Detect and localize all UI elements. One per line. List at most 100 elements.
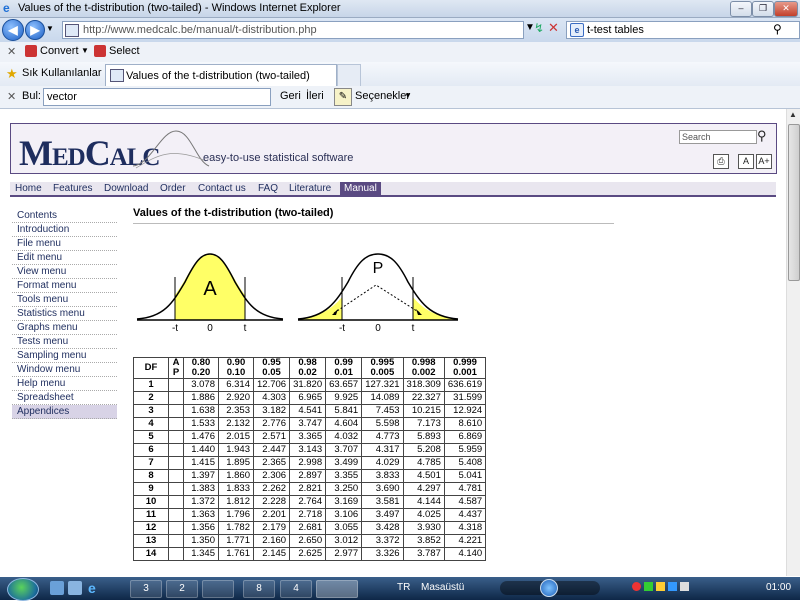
back-button[interactable]: ◀ [2, 19, 24, 41]
quicklaunch-icon[interactable] [68, 581, 82, 595]
nav-order[interactable]: Order [160, 183, 186, 194]
new-tab-button[interactable] [337, 64, 361, 86]
refresh-icon[interactable]: ↯ [534, 21, 544, 35]
search-provider-icon: e [570, 23, 584, 37]
minimize-button[interactable]: – [730, 1, 752, 17]
value-cell: 1.383 [183, 482, 219, 496]
play-icon[interactable] [540, 579, 558, 597]
highlight-icon[interactable]: ✎ [334, 88, 352, 106]
taskbar-ie-active[interactable] [316, 580, 358, 598]
header-col: 0.998 0.002 [402, 357, 445, 379]
favorites-star-icon[interactable]: ★ [6, 66, 18, 82]
value-cell: 3.169 [325, 495, 363, 509]
address-toolbar: ◀ ▶ ▼ http://www.medcalc.be/manual/t-dis… [0, 18, 800, 42]
sidebar-item-statistics-menu[interactable]: Statistics menu [12, 307, 117, 321]
convert-button[interactable]: Convert [40, 45, 79, 57]
sidebar-item-graphs-menu[interactable]: Graphs menu [12, 321, 117, 335]
find-bar: ✕ Bul: vector Geri İleri ✎ Seçenekler ▼ [0, 86, 800, 109]
close-toolbar-icon[interactable]: ✕ [7, 45, 16, 58]
ap-cell [168, 508, 184, 522]
quicklaunch-icon[interactable] [50, 581, 64, 595]
title-divider [133, 223, 614, 224]
stop-icon[interactable]: ✕ [548, 20, 559, 36]
close-find-icon[interactable]: ✕ [7, 90, 16, 103]
value-cell: 63.657 [325, 378, 363, 392]
taskbar-group-word[interactable] [202, 580, 234, 598]
nav-manual[interactable]: Manual [340, 182, 381, 195]
sidebar-item-window-menu[interactable]: Window menu [12, 363, 117, 377]
ap-cell [168, 534, 184, 548]
value-cell: 4.587 [443, 495, 487, 509]
convert-dropdown-icon[interactable]: ▼ [81, 46, 89, 55]
site-search-icon[interactable]: ⚲ [757, 128, 767, 144]
favorites-button[interactable]: Sık Kullanılanlar [22, 67, 102, 79]
increase-font-icon[interactable]: A+ [756, 154, 772, 169]
start-button[interactable] [7, 578, 39, 601]
decrease-font-icon[interactable]: A [738, 154, 754, 169]
system-tray-icons[interactable] [632, 582, 727, 594]
sidebar-item-view-menu[interactable]: View menu [12, 265, 117, 279]
sidebar-item-tests-menu[interactable]: Tests menu [12, 335, 117, 349]
tab-current[interactable]: Values of the t-distribution (two-tailed… [105, 64, 337, 86]
maximize-button[interactable]: ❐ [752, 1, 774, 17]
scroll-up-icon[interactable]: ▲ [789, 110, 797, 119]
nav-literature[interactable]: Literature [289, 183, 331, 194]
options-button[interactable]: Seçenekler [355, 90, 410, 102]
sidebar-item-edit-menu[interactable]: Edit menu [12, 251, 117, 265]
sidebar-item-help-menu[interactable]: Help menu [12, 377, 117, 391]
sidebar-item-format-menu[interactable]: Format menu [12, 279, 117, 293]
select-button[interactable]: Select [109, 45, 140, 57]
sidebar-item-file-menu[interactable]: File menu [12, 237, 117, 251]
table-row: 1 3.078 6.314 12.706 31.820 63.657 127.321 318.… [133, 378, 487, 392]
convert-toolbar: ✕ Convert ▼ Select [0, 42, 800, 63]
value-cell: 2.571 [252, 430, 291, 444]
sidebar-item-sampling-menu[interactable]: Sampling menu [12, 349, 117, 363]
url-field[interactable]: http://www.medcalc.be/manual/t-distribut… [62, 21, 524, 39]
value-cell: 2.201 [252, 508, 291, 522]
value-cell: 3.428 [361, 521, 404, 535]
value-cell: 4.297 [402, 482, 445, 496]
print-icon[interactable]: ⎙ [713, 154, 729, 169]
taskbar-group-app[interactable]: 4 [280, 580, 312, 598]
search-field[interactable]: e t-test tables ⚲ [566, 21, 800, 39]
sidebar-item-contents[interactable]: Contents [12, 209, 117, 223]
history-dropdown-icon[interactable]: ▼ [46, 24, 54, 33]
desktop-toolbar[interactable]: Masaüstü [421, 582, 464, 593]
sidebar-item-introduction[interactable]: Introduction [12, 223, 117, 237]
ie-quicklaunch-icon[interactable]: e [88, 580, 96, 596]
ap-cell [168, 469, 184, 483]
nav-home[interactable]: Home [15, 183, 42, 194]
nav-contact[interactable]: Contact us [198, 183, 246, 194]
taskbar-group-pdf[interactable]: 8 [243, 580, 275, 598]
sidebar-item-tools-menu[interactable]: Tools menu [12, 293, 117, 307]
value-cell: 4.541 [289, 404, 327, 418]
page-icon [65, 24, 79, 37]
taskbar-group-explorer[interactable]: 3 [130, 580, 162, 598]
forward-button[interactable]: ▶ [25, 20, 45, 40]
value-cell: 1.415 [183, 456, 219, 470]
value-cell: 1.638 [183, 404, 219, 418]
df-cell: 10 [133, 495, 169, 509]
close-icon[interactable]: ✕ [774, 1, 798, 17]
find-input[interactable]: vector [43, 88, 271, 106]
nav-download[interactable]: Download [104, 183, 148, 194]
options-dropdown-icon[interactable]: ▼ [404, 91, 412, 100]
sidebar-item-spreadsheet[interactable]: Spreadsheet [12, 391, 117, 405]
find-next-button[interactable]: İleri [306, 90, 324, 102]
clock[interactable]: 01:00 [766, 582, 791, 593]
sidebar-item-appendices[interactable]: Appendices [12, 405, 117, 419]
nav-faq[interactable]: FAQ [258, 183, 278, 194]
site-search-input[interactable]: Search [679, 130, 757, 144]
language-indicator[interactable]: TR [397, 582, 410, 593]
df-cell: 2 [133, 391, 169, 405]
site-nav: Home Features Download Order Contact us … [10, 182, 776, 197]
find-previous-button[interactable]: Geri [280, 90, 301, 102]
value-cell: 4.318 [443, 521, 487, 535]
scrollbar-thumb[interactable] [788, 124, 800, 281]
value-cell: 12.706 [252, 378, 291, 392]
search-icon[interactable]: ⚲ [773, 22, 782, 36]
value-cell: 2.718 [289, 508, 327, 522]
nav-features[interactable]: Features [53, 183, 92, 194]
taskbar-group-excel[interactable]: 2 [166, 580, 198, 598]
t-distribution-area-figure: A -t 0 t [136, 253, 284, 334]
